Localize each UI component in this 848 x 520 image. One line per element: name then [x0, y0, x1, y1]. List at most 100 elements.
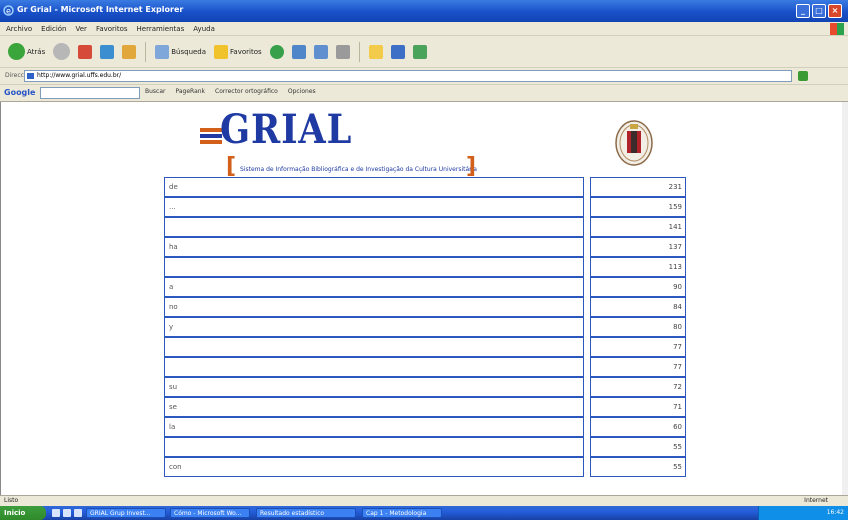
toolbar: Atrás Búsqueda Favoritos — [0, 36, 848, 68]
windows-logo-icon — [830, 23, 844, 35]
quicklaunch-ie-icon[interactable] — [52, 509, 60, 517]
menu-file[interactable]: Archivo — [6, 25, 32, 33]
address-bar: Dirección http://www.grial.uffs.edu.br/ — [0, 68, 848, 85]
row-label: y — [164, 317, 584, 337]
address-url: http://www.grial.uffs.edu.br/ — [37, 72, 122, 79]
refresh-button[interactable] — [98, 41, 116, 63]
grial-logo: GRIAL [ Sistema de Informação Bibliográf… — [196, 106, 486, 179]
svg-text:e: e — [6, 7, 11, 16]
history-icon — [291, 44, 306, 59]
logo-bracket-right: ] — [466, 154, 477, 179]
home-button[interactable] — [120, 41, 138, 63]
table-row: 77 — [164, 357, 686, 377]
forward-button[interactable] — [51, 41, 72, 63]
favorites-button[interactable]: Favoritos — [212, 41, 264, 63]
messenger-button[interactable] — [389, 41, 407, 63]
start-button[interactable]: Inicio — [0, 506, 46, 520]
status-bar: Listo Internet — [0, 495, 848, 506]
row-value: 72 — [589, 377, 686, 397]
google-toolbar: Google Buscar PageRank Corrector ortográ… — [0, 85, 848, 102]
google-spellcheck[interactable]: Corrector ortográfico — [215, 88, 278, 95]
row-label: a — [164, 277, 584, 297]
star-icon — [214, 44, 229, 59]
google-pagerank[interactable]: PageRank — [176, 88, 206, 95]
university-seal-icon — [615, 120, 653, 166]
system-tray-clock: 16:42 — [758, 506, 848, 520]
taskbar-item[interactable]: Cómo - Microsoft Wo... — [170, 508, 250, 518]
row-label: se — [164, 397, 584, 417]
close-button[interactable]: × — [828, 4, 842, 18]
media-button[interactable] — [268, 41, 286, 63]
row-value: 113 — [589, 257, 686, 277]
history-button[interactable] — [290, 41, 308, 63]
row-label: ha — [164, 237, 584, 257]
menu-bar: Archivo Edición Ver Favoritos Herramient… — [0, 22, 848, 36]
research-button[interactable] — [411, 41, 429, 63]
google-search-button[interactable]: Buscar — [145, 88, 166, 95]
row-label: no — [164, 297, 584, 317]
results-table: de 231... 159 141 ha 137 113 a 90 no 84 y 80 77 77 su 72… — [164, 177, 686, 477]
row-value: 137 — [589, 237, 686, 257]
table-row: 55 — [164, 437, 686, 457]
go-button[interactable] — [798, 71, 808, 81]
table-row: a 90 — [164, 277, 686, 297]
toolbar-separator — [145, 41, 147, 62]
mail-button[interactable] — [312, 41, 330, 63]
table-row: ... 159 — [164, 197, 686, 217]
quick-launch — [52, 509, 82, 517]
row-label — [164, 257, 584, 277]
taskbar-item[interactable]: GRIAL Grup Invest... — [86, 508, 166, 518]
menu-help[interactable]: Ayuda — [193, 25, 215, 33]
back-label: Atrás — [27, 47, 46, 56]
row-label: de — [164, 177, 584, 197]
table-row: con 55 — [164, 457, 686, 477]
research-icon — [412, 44, 427, 59]
menu-tools[interactable]: Herramientas — [137, 25, 185, 33]
row-value: 60 — [589, 417, 686, 437]
logo-bracket-left: [ — [226, 154, 237, 179]
table-row: 113 — [164, 257, 686, 277]
table-row: ha 137 — [164, 237, 686, 257]
page-icon — [27, 73, 34, 79]
row-label — [164, 437, 584, 457]
google-options[interactable]: Opciones — [288, 88, 316, 95]
back-button[interactable]: Atrás — [6, 41, 47, 63]
taskbar-item[interactable]: Cap 1 - Metodologia — [362, 508, 442, 518]
menu-view[interactable]: Ver — [76, 25, 87, 33]
row-label — [164, 337, 584, 357]
taskbar-item[interactable]: Resultado estadístico — [256, 508, 356, 518]
messenger-icon — [390, 44, 405, 59]
maximize-button[interactable]: □ — [812, 4, 826, 18]
status-text: Listo — [4, 497, 19, 504]
row-label: ... — [164, 197, 584, 217]
logo-subtitle: Sistema de Informação Bibliográfica e de… — [240, 166, 477, 173]
menu-edit[interactable]: Edición — [41, 25, 66, 33]
row-label: la — [164, 417, 584, 437]
quicklaunch-desktop-icon[interactable] — [63, 509, 71, 517]
row-value: 55 — [589, 437, 686, 457]
quicklaunch-media-icon[interactable] — [74, 509, 82, 517]
table-row: su 72 — [164, 377, 686, 397]
address-input[interactable]: http://www.grial.uffs.edu.br/ — [24, 70, 792, 82]
row-value: 231 — [589, 177, 686, 197]
scrollbar[interactable] — [842, 102, 848, 495]
folder-button[interactable] — [367, 41, 385, 63]
status-zone: Internet — [804, 497, 828, 504]
mail-icon — [313, 44, 328, 59]
search-button[interactable]: Búsqueda — [153, 41, 208, 63]
taskbar: Inicio GRIAL Grup Invest... Cómo - Micro… — [0, 506, 848, 520]
refresh-icon — [100, 44, 115, 59]
stop-button[interactable] — [76, 41, 94, 63]
google-logo[interactable]: Google — [4, 88, 35, 97]
logo-word: GRIAL — [220, 106, 353, 153]
back-arrow-icon — [8, 43, 25, 60]
row-value: 90 — [589, 277, 686, 297]
minimize-button[interactable]: _ — [796, 4, 810, 18]
row-label — [164, 357, 584, 377]
window-title: Gr Grial - Microsoft Internet Explorer — [17, 5, 184, 14]
google-search-input[interactable] — [40, 87, 140, 99]
print-button[interactable] — [334, 41, 352, 63]
table-row: no 84 — [164, 297, 686, 317]
table-row: y 80 — [164, 317, 686, 337]
menu-favorites[interactable]: Favoritos — [96, 25, 128, 33]
